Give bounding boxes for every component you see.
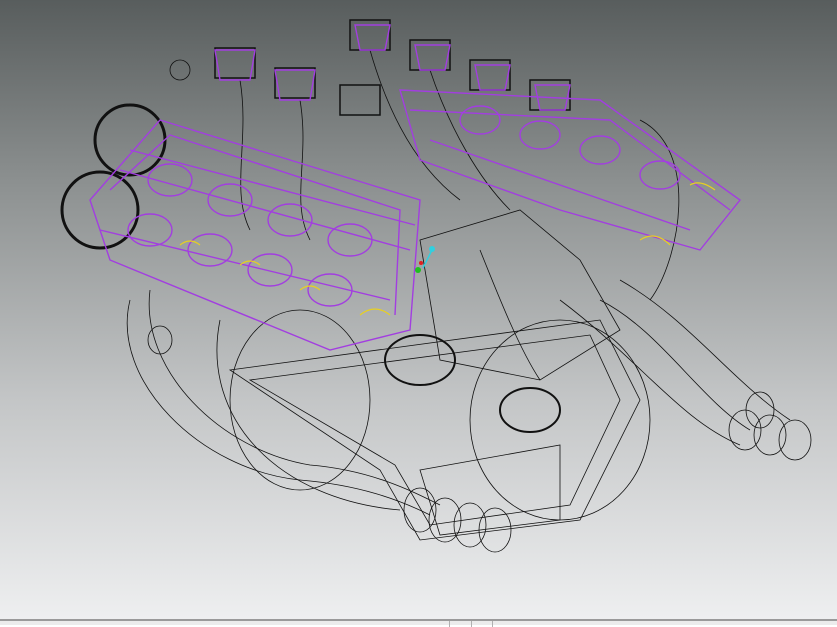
engine-wireframe-model[interactable] [0,0,837,619]
y-axis-handle[interactable] [415,267,421,273]
z-axis-handle[interactable] [429,246,435,252]
3d-viewport[interactable] [0,0,837,619]
status-bar-divider [492,621,493,627]
yellow-detail-lines [179,182,716,316]
status-bar-divider [449,621,450,627]
status-bar [0,619,837,627]
status-bar-divider [471,621,472,627]
x-axis-handle[interactable] [419,261,423,265]
z-axis-line [422,249,433,269]
highlighted-cylinder-heads [89,24,742,351]
